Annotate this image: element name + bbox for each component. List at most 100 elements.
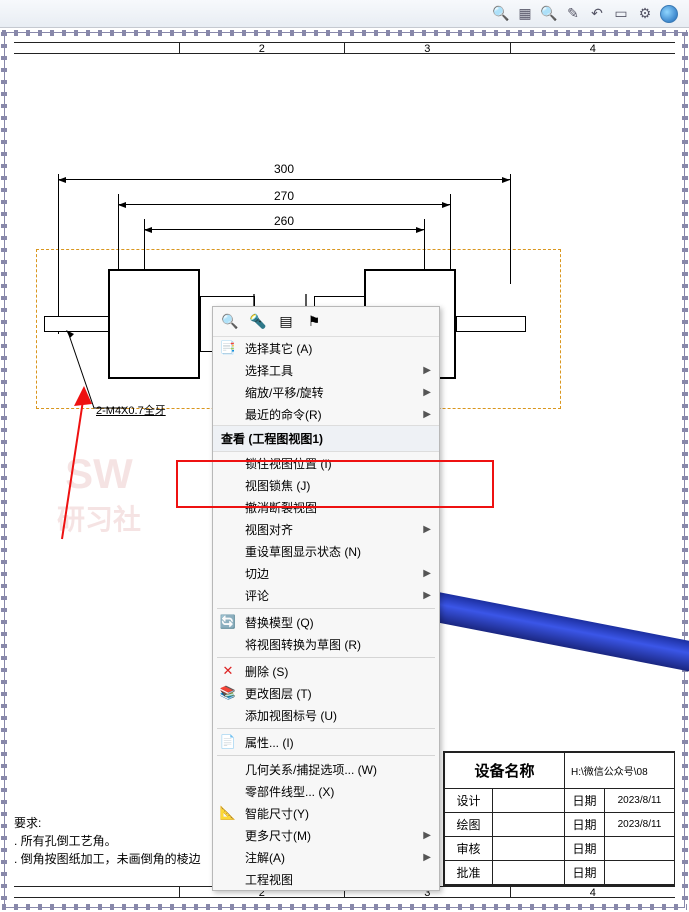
top-toolbar: 🔍 ▦ 🔍 ✎ ↶ ▭ ⚙ [0, 0, 689, 28]
cursor-icon: 📑 [219, 339, 237, 357]
menu-separator [217, 657, 435, 658]
wrench-icon[interactable]: ✎ [563, 4, 583, 24]
menu-undo-break[interactable]: 撤消断裂视图 [213, 496, 439, 518]
menu-smart-dim[interactable]: 📐智能尺寸(Y) [213, 802, 439, 824]
search2-icon[interactable]: 🔍 [539, 4, 559, 24]
menu-select-tools[interactable]: 选择工具▶ [213, 359, 439, 381]
menu-geom-rel[interactable]: 几何关系/捕捉选项... (W) [213, 758, 439, 780]
tb-cell [493, 813, 565, 837]
tb-date-label: 日期 [565, 789, 605, 813]
ruler-cell: 4 [511, 887, 676, 897]
tb-date-label: 日期 [565, 813, 605, 837]
menu-comment[interactable]: 评论▶ [213, 584, 439, 606]
tb-review-label: 审核 [445, 837, 493, 861]
menu-align[interactable]: 视图对齐▶ [213, 518, 439, 540]
dim-270 [118, 204, 450, 205]
ruler-cell [14, 887, 180, 897]
tb-cell [605, 861, 675, 885]
tb-cell [493, 789, 565, 813]
flashlight-icon[interactable]: 🔦 [249, 313, 267, 331]
menu-lock-position[interactable]: 锁住视图位置 (I) [213, 452, 439, 474]
drawing-canvas[interactable]: 2 3 4 2 3 4 SW 研习社 300 270 260 [0, 28, 689, 912]
chevron-right-icon: ▶ [423, 387, 431, 398]
globe-icon[interactable] [659, 4, 679, 24]
chevron-right-icon: ▶ [423, 568, 431, 579]
watermark: SW 研习社 [14, 434, 184, 554]
tb-cell [493, 837, 565, 861]
tb-date-value: 2023/8/11 [605, 813, 675, 837]
tb-date-label: 日期 [565, 861, 605, 885]
menu-replace-model[interactable]: 🔄替换模型 (Q) [213, 611, 439, 633]
replace-icon: 🔄 [219, 613, 237, 631]
menu-annotate[interactable]: 注解(A)▶ [213, 846, 439, 868]
leader-note: 2-M4X0.7全牙 [96, 402, 166, 418]
dim-ext [510, 174, 511, 284]
tb-design-label: 设计 [445, 789, 493, 813]
dim-300 [58, 179, 510, 180]
menu-change-layer[interactable]: 📚更改图层 (T) [213, 682, 439, 704]
chevron-right-icon: ▶ [423, 830, 431, 841]
grid-icon[interactable]: ▤ [277, 313, 295, 331]
dim-ext [58, 174, 59, 334]
menu-to-sketch[interactable]: 将视图转换为草图 (R) [213, 633, 439, 655]
page-border [682, 32, 688, 908]
tb-date-value: 2023/8/11 [605, 789, 675, 813]
dim-ext [450, 194, 451, 274]
notes-line: . 倒角按图纸加工，未画倒角的棱边 [14, 850, 201, 868]
shaft [456, 316, 526, 332]
top-ruler: 2 3 4 [14, 42, 675, 54]
context-menu-toolbar: 🔍 🔦 ▤ ⚑ [213, 307, 439, 337]
chevron-right-icon: ▶ [423, 365, 431, 376]
tb-cell [493, 861, 565, 885]
chevron-right-icon: ▶ [423, 409, 431, 420]
filter-icon[interactable]: ▦ [515, 4, 535, 24]
menu-separator [217, 608, 435, 609]
menu-tangent[interactable]: 切边▶ [213, 562, 439, 584]
undo-icon[interactable]: ↶ [587, 4, 607, 24]
menu-separator [217, 728, 435, 729]
chevron-right-icon: ▶ [423, 524, 431, 535]
zoom-selection-icon[interactable]: 🔍 [221, 313, 239, 331]
menu-properties[interactable]: 📄属性... (I) [213, 731, 439, 753]
page-border [1, 32, 7, 908]
menu-more-dim[interactable]: 更多尺寸(M)▶ [213, 824, 439, 846]
menu-recent[interactable]: 最近的命令(R)▶ [213, 403, 439, 425]
menu-separator [217, 755, 435, 756]
doc-icon[interactable]: ▭ [611, 4, 631, 24]
dim-260 [144, 229, 424, 230]
layer-icon: 📚 [219, 684, 237, 702]
menu-lock-focus[interactable]: 视图锁焦 (J) [213, 474, 439, 496]
properties-icon: 📄 [219, 733, 237, 751]
dim-270-text: 270 [118, 189, 450, 203]
dim-300-text: 300 [58, 162, 510, 176]
ruler-cell [14, 43, 180, 53]
ruler-cell: 3 [345, 43, 511, 53]
menu-add-label[interactable]: 添加视图标号 (U) [213, 704, 439, 726]
ruler-cell: 2 [180, 43, 346, 53]
gear-icon[interactable]: ⚙ [635, 4, 655, 24]
menu-drawing-view[interactable]: 工程视图 [213, 868, 439, 890]
menu-delete[interactable]: ✕删除 (S) [213, 660, 439, 682]
dim-260-text: 260 [144, 214, 424, 228]
tb-draw-label: 绘图 [445, 813, 493, 837]
dim-ext [424, 219, 425, 269]
chevron-right-icon: ▶ [423, 852, 431, 863]
search-icon[interactable]: 🔍 [491, 4, 511, 24]
delete-icon: ✕ [219, 662, 237, 680]
notes-title: 要求: [14, 814, 201, 832]
ruler-cell: 4 [511, 43, 676, 53]
flag-icon[interactable]: ⚑ [305, 313, 323, 331]
title-block: 设备名称 H:\微信公众号\08 设计 日期 2023/8/11 绘图 日期 2… [443, 751, 675, 886]
titleblock-path: H:\微信公众号\08 [565, 753, 675, 789]
context-menu: 🔍 🔦 ▤ ⚑ 📑选择其它 (A) 选择工具▶ 缩放/平移/旋转▶ 最近的命令(… [212, 306, 440, 891]
menu-select-other[interactable]: 📑选择其它 (A) [213, 337, 439, 359]
dimension-icon: 📐 [219, 804, 237, 822]
titleblock-name-label: 设备名称 [445, 753, 565, 789]
menu-section-view: 查看 (工程图视图1) [213, 425, 439, 452]
menu-linetype[interactable]: 零部件线型... (X) [213, 780, 439, 802]
tb-cell [605, 837, 675, 861]
menu-zoom-pan[interactable]: 缩放/平移/旋转▶ [213, 381, 439, 403]
tb-date-label: 日期 [565, 837, 605, 861]
drawing-notes: 要求: . 所有孔倒工艺角。 . 倒角按图纸加工，未画倒角的棱边 [14, 814, 201, 868]
menu-reset-sketch[interactable]: 重设草图显示状态 (N) [213, 540, 439, 562]
